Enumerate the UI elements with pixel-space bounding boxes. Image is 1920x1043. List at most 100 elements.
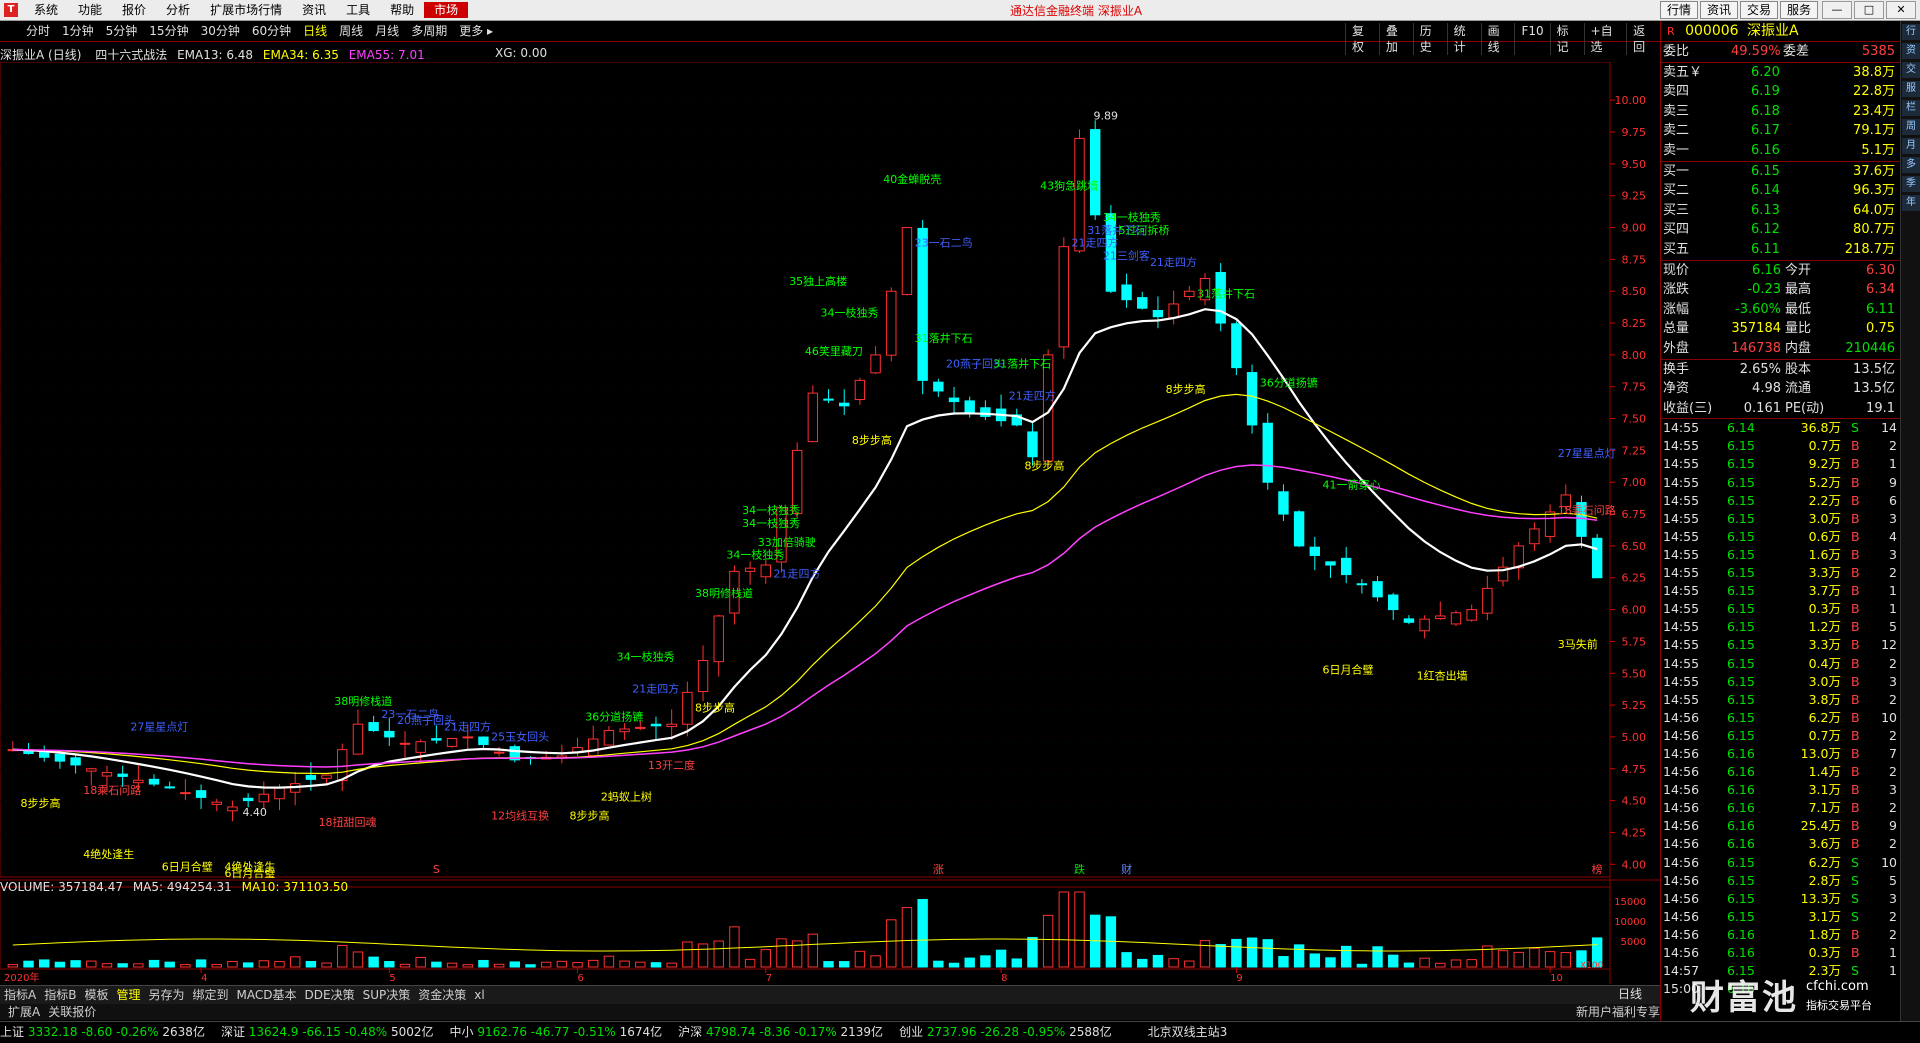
sidebar-button-9[interactable]: 年 <box>1902 195 1920 211</box>
fund-row-0: 换手 2.65% 股本 13.5亿 <box>1663 361 1895 377</box>
indicator-tab-1[interactable]: 指标B <box>40 986 80 1004</box>
tool-button-4[interactable]: 画线 <box>1480 23 1515 55</box>
indicator-tab-5[interactable]: 绑定到 <box>189 986 233 1004</box>
period-tab-9[interactable]: 多周期 <box>405 23 453 39</box>
sidebar-button-8[interactable]: 季 <box>1902 176 1920 192</box>
sidebar-button-4[interactable]: 栏 <box>1902 100 1920 116</box>
ext-tab-0[interactable]: 扩展A <box>4 1005 44 1019</box>
volume-ma-line <box>12 938 1598 952</box>
volume-bar <box>839 961 850 968</box>
tick-list[interactable]: 14:55 6.14 36.8万 S 14 14:55 6.15 0.7万 B 2 14:55 6.1… <box>1661 419 1901 998</box>
sell-row-0[interactable]: 卖五￥ 6.20 38.8万 <box>1661 63 1901 83</box>
indicator-tab-0[interactable]: 指标A <box>0 986 40 1004</box>
tool-button-0[interactable]: 复权 <box>1345 23 1379 55</box>
event-marker[interactable]: 跌 <box>1074 862 1085 876</box>
event-marker[interactable]: S <box>433 863 440 876</box>
top-button-2[interactable]: 交易 <box>1739 1 1778 19</box>
indicator-tab-2[interactable]: 模板 <box>80 986 112 1004</box>
top-button-3[interactable]: 服务 <box>1779 1 1818 19</box>
close-icon[interactable]: ✕ <box>1886 1 1916 19</box>
tool-button-3[interactable]: 统计 <box>1446 23 1481 55</box>
period-tab-5[interactable]: 60分钟 <box>246 23 297 39</box>
volume-bar <box>242 962 254 968</box>
tool-button-1[interactable]: 叠加 <box>1378 23 1413 55</box>
indicator-tab-3[interactable]: 管理 <box>112 986 144 1004</box>
volume-bar <box>1262 939 1273 968</box>
ext-tab-1[interactable]: 关联报价 <box>44 1005 100 1019</box>
indicator-tab-8[interactable]: SUP决策 <box>359 986 415 1004</box>
event-marker[interactable]: 榜 <box>1592 862 1603 876</box>
volume-bar <box>1137 958 1148 968</box>
buy-row-3[interactable]: 买四 6.12 80.7万 <box>1661 220 1901 240</box>
volume-bar <box>572 962 583 968</box>
tool-button-8[interactable]: 返回 <box>1626 23 1660 55</box>
tool-button-2[interactable]: 历史 <box>1412 23 1447 55</box>
tool-button-5[interactable]: F10 <box>1514 23 1549 55</box>
indicator-tab-10[interactable]: xl <box>470 986 488 1004</box>
buy-row-2[interactable]: 买三 6.13 64.0万 <box>1661 201 1901 221</box>
sidebar-button-3[interactable]: 服 <box>1902 81 1920 97</box>
index-1[interactable]: 深证 13624.9 -66.15 -0.48% 5002亿 <box>221 1022 434 1043</box>
menu-item-0[interactable]: 系统 <box>24 2 68 18</box>
period-tab-3[interactable]: 15分钟 <box>143 23 194 39</box>
tool-button-6[interactable]: 标记 <box>1549 23 1584 55</box>
buy-row-4[interactable]: 买五 6.11 218.7万 <box>1661 240 1901 260</box>
y-tick-label: 6.75 <box>1622 508 1647 521</box>
period-tab-10[interactable]: 更多 ▸ <box>453 23 499 39</box>
candle-body <box>980 407 991 417</box>
sell-row-2[interactable]: 卖三 6.18 23.4万 <box>1661 102 1901 122</box>
period-tab-4[interactable]: 30分钟 <box>195 23 246 39</box>
indicator-tab-7[interactable]: DDE决策 <box>301 986 359 1004</box>
index-4[interactable]: 创业 2737.96 -26.28 -0.95% 2588亿 <box>899 1022 1112 1043</box>
event-marker[interactable]: 财 <box>1121 862 1132 876</box>
menu-item-6[interactable]: 工具 <box>336 2 380 18</box>
menu-item-5[interactable]: 资讯 <box>292 2 336 18</box>
period-tab-7[interactable]: 周线 <box>333 23 369 39</box>
menu-item-8[interactable]: 市场 <box>424 2 469 18</box>
period-tab-6[interactable]: 日线 <box>297 23 333 39</box>
volume-bar <box>1435 962 1446 968</box>
index-0[interactable]: 上证 3332.18 -8.60 -0.26% 2638亿 <box>0 1022 205 1043</box>
period-tab-0[interactable]: 分时 <box>20 23 56 39</box>
volume-bar <box>713 940 724 968</box>
sell-row-3[interactable]: 卖二 6.17 79.1万 <box>1661 121 1901 141</box>
indicator-tab-9[interactable]: 资金决策 <box>414 986 470 1004</box>
tool-button-7[interactable]: +自选 <box>1583 23 1627 55</box>
kline-chart[interactable]: 4.00 4.25 4.50 4.75 5.00 5.25 5.50 5.75 6.00 6.25… <box>0 62 1660 984</box>
indicator-name[interactable]: 四十六式战法 <box>95 48 167 62</box>
index-2[interactable]: 中小 9162.76 -46.77 -0.51% 1674亿 <box>450 1022 663 1043</box>
top-button-1[interactable]: 资讯 <box>1699 1 1738 19</box>
index-statusbar: 上证 3332.18 -8.60 -0.26% 2638亿 深证 13624.9 … <box>0 1021 1920 1043</box>
sidebar-button-5[interactable]: 周 <box>1902 119 1920 135</box>
period-tab-2[interactable]: 5分钟 <box>100 23 144 39</box>
promo-link[interactable]: 新用户福利专享 <box>1572 1004 1664 1020</box>
index-3[interactable]: 沪深 4798.74 -8.36 -0.17% 2139亿 <box>678 1022 883 1043</box>
maximize-icon[interactable]: □ <box>1854 1 1884 19</box>
top-button-0[interactable]: 行情 <box>1659 1 1698 19</box>
minimize-icon[interactable]: — <box>1822 1 1852 19</box>
indicator-tab-4[interactable]: 另存为 <box>144 986 188 1004</box>
menu-item-7[interactable]: 帮助 <box>380 2 424 18</box>
sidebar-button-2[interactable]: 交 <box>1902 62 1920 78</box>
menu-item-3[interactable]: 分析 <box>156 2 200 18</box>
sell-row-1[interactable]: 卖四 6.19 22.8万 <box>1661 82 1901 102</box>
right-sidebar: 行资交服栏周月多季年 <box>1900 21 1920 1021</box>
sidebar-button-1[interactable]: 资 <box>1902 43 1920 59</box>
event-marker[interactable]: 涨 <box>933 863 944 876</box>
menu-item-2[interactable]: 报价 <box>112 2 156 18</box>
buy-row-0[interactable]: 买一 6.15 37.6万 <box>1661 162 1901 182</box>
sidebar-button-6[interactable]: 月 <box>1902 138 1920 154</box>
period-tab-1[interactable]: 1分钟 <box>56 23 100 39</box>
sidebar-button-7[interactable]: 多 <box>1902 157 1920 173</box>
indicator-tab-6[interactable]: MACD基本 <box>233 986 301 1004</box>
month-label: 5 <box>389 973 395 984</box>
sidebar-button-0[interactable]: 行 <box>1902 24 1920 40</box>
menu-item-4[interactable]: 扩展市场行情 <box>200 2 292 18</box>
sell-row-4[interactable]: 卖一 6.16 5.1万 <box>1661 141 1901 161</box>
y-tick-label: 5.00 <box>1622 731 1647 744</box>
menu-item-1[interactable]: 功能 <box>68 2 112 18</box>
candle-body <box>1419 618 1430 632</box>
candle-body <box>384 730 395 738</box>
period-tab-8[interactable]: 月线 <box>369 23 405 39</box>
buy-row-1[interactable]: 买二 6.14 96.3万 <box>1661 181 1901 201</box>
